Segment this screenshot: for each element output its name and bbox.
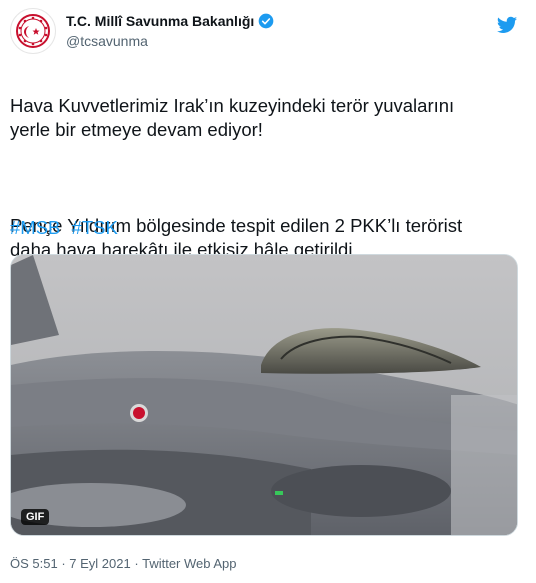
display-name-text[interactable]: T.C. Millî Savunma Bakanlığı: [66, 12, 254, 30]
twitter-bird-icon[interactable]: [496, 14, 518, 36]
avatar[interactable]: [10, 8, 56, 54]
verified-badge-icon: [258, 13, 274, 29]
tweet-paragraph-1: Hava Kuvvetlerimiz Irak’ın kuzeyindeki t…: [10, 95, 455, 140]
display-name[interactable]: T.C. Millî Savunma Bakanlığı: [66, 12, 274, 30]
account-handle[interactable]: @tcsavunma: [66, 32, 274, 50]
gif-badge: GIF: [21, 509, 50, 525]
fighter-jet-image: [11, 255, 517, 535]
tweet-source[interactable]: Twitter Web App: [142, 556, 236, 571]
hashtags: #MSB #TSK: [10, 216, 124, 240]
tweet-time[interactable]: ÖS 5:51: [10, 556, 58, 571]
ministry-emblem-icon: [16, 14, 50, 48]
tweet-media-gif[interactable]: GIF: [10, 254, 518, 536]
meta-separator: ·: [134, 556, 139, 571]
hashtag-tsk[interactable]: #TSK: [72, 217, 118, 238]
tweet-metadata: ÖS 5:51 · 7 Eyl 2021 · Twitter Web App: [10, 556, 237, 572]
meta-separator: ·: [61, 556, 66, 571]
tweet-header: T.C. Millî Savunma Bakanlığı @tcsavunma: [10, 8, 526, 56]
account-names: T.C. Millî Savunma Bakanlığı @tcsavunma: [66, 12, 274, 50]
hashtag-msb[interactable]: #MSB: [10, 217, 60, 238]
tweet-date[interactable]: 7 Eyl 2021: [69, 556, 130, 571]
